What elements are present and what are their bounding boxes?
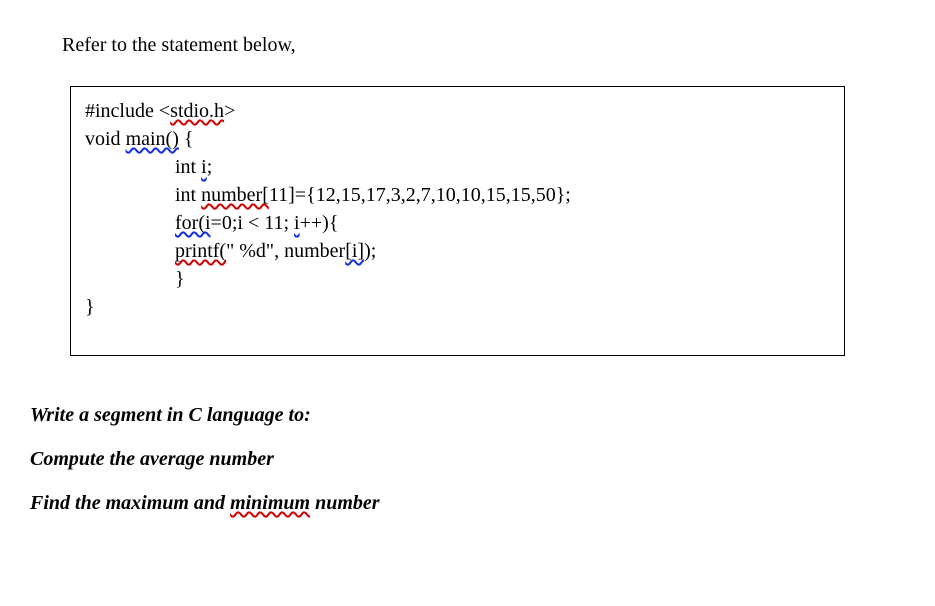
code-box: #include <stdio.h> void main() { int i; … (70, 86, 845, 356)
code-text: } (175, 268, 185, 290)
code-text: =0;i < 11; (211, 212, 295, 234)
task-text: Write a segment in C language to: (30, 404, 311, 426)
code-text: int (175, 184, 201, 206)
intro-text: Refer to the statement below, (30, 30, 905, 60)
code-text: > (224, 100, 235, 122)
task-line-1: Write a segment in C language to: (30, 400, 905, 430)
intro-content: Refer to the statement below, (62, 34, 296, 56)
code-text: ; (207, 156, 213, 178)
squiggle-fori: for(i (175, 212, 211, 234)
code-text: ); (364, 240, 376, 262)
code-line-1: #include <stdio.h> (85, 97, 830, 125)
code-line-8: } (85, 293, 830, 321)
squiggle-number: number[ (201, 184, 269, 206)
task-line-3: Find the maximum and minimum number (30, 488, 905, 518)
code-line-6: printf(" %d", number[i]); (85, 237, 830, 265)
code-text: void (85, 128, 126, 150)
code-line-2: void main() { (85, 125, 830, 153)
task-text: Find the maximum and (30, 492, 230, 514)
squiggle-stdio: stdio.h (170, 100, 224, 122)
squiggle-idx: [i] (345, 240, 364, 262)
code-text: ++){ (300, 212, 339, 234)
code-line-7: } (85, 265, 830, 293)
code-text: 11]={12,15,17,3,2,7,10,10,15,15,50}; (269, 184, 571, 206)
code-text: int (175, 156, 201, 178)
code-line-3: int i; (85, 153, 830, 181)
code-text: { (179, 128, 194, 150)
code-line-4: int number[11]={12,15,17,3,2,7,10,10,15,… (85, 181, 830, 209)
code-text: } (85, 296, 95, 318)
task-line-2: Compute the average number (30, 444, 905, 474)
squiggle-minimum: minimum (230, 492, 310, 514)
task-text: number (310, 492, 379, 514)
task-text: Compute the average number (30, 448, 274, 470)
squiggle-main: main() (126, 128, 179, 150)
squiggle-printf: printf( (175, 240, 226, 262)
code-line-5: for(i=0;i < 11; i++){ (85, 209, 830, 237)
code-text: #include < (85, 100, 170, 122)
code-text: " %d", number (226, 240, 345, 262)
